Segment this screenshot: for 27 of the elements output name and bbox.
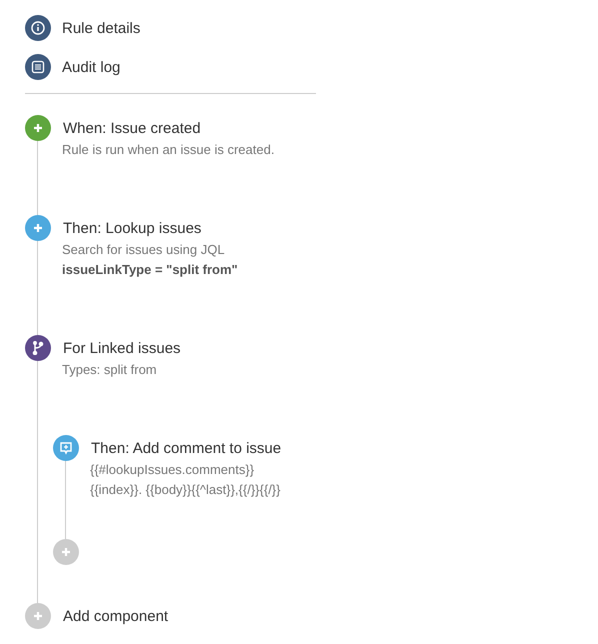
- trigger-step-badge[interactable]: [25, 115, 51, 141]
- step-description: Search for issues using JQL: [62, 241, 226, 259]
- step-description: issueLinkType = "split from": [62, 261, 239, 279]
- step-title: Then: Lookup issues: [63, 220, 202, 236]
- comment-step-badge[interactable]: [53, 435, 79, 461]
- plus-icon: [61, 547, 71, 557]
- step-description: {{index}}. {{body}}{{^last}},{{/}}{{/}}: [90, 481, 282, 499]
- plus-icon: [33, 611, 43, 621]
- branch-step-badge[interactable]: [25, 335, 51, 361]
- step-description: Rule is run when an issue is created.: [62, 141, 276, 159]
- nav-link[interactable]: Audit log: [62, 58, 120, 76]
- step-description: Types: split from: [62, 361, 158, 379]
- add-component-badge[interactable]: [25, 603, 51, 629]
- add-component-link[interactable]: Add component: [63, 608, 168, 624]
- info-icon[interactable]: [25, 15, 51, 41]
- list-icon[interactable]: [25, 54, 51, 80]
- step-title: When: Issue created: [63, 120, 201, 136]
- plus-icon: [33, 223, 43, 233]
- step-title: For Linked issues: [63, 340, 181, 356]
- step-description: {{#lookupIssues.comments}}: [90, 461, 256, 479]
- branch-icon: [31, 341, 45, 355]
- add-button[interactable]: [53, 539, 79, 565]
- step-title: Then: Add comment to issue: [91, 440, 282, 456]
- action-step-badge[interactable]: [25, 215, 51, 241]
- plus-icon: [33, 123, 43, 133]
- nav-link[interactable]: Rule details: [62, 20, 140, 36]
- comment-icon: [59, 441, 73, 455]
